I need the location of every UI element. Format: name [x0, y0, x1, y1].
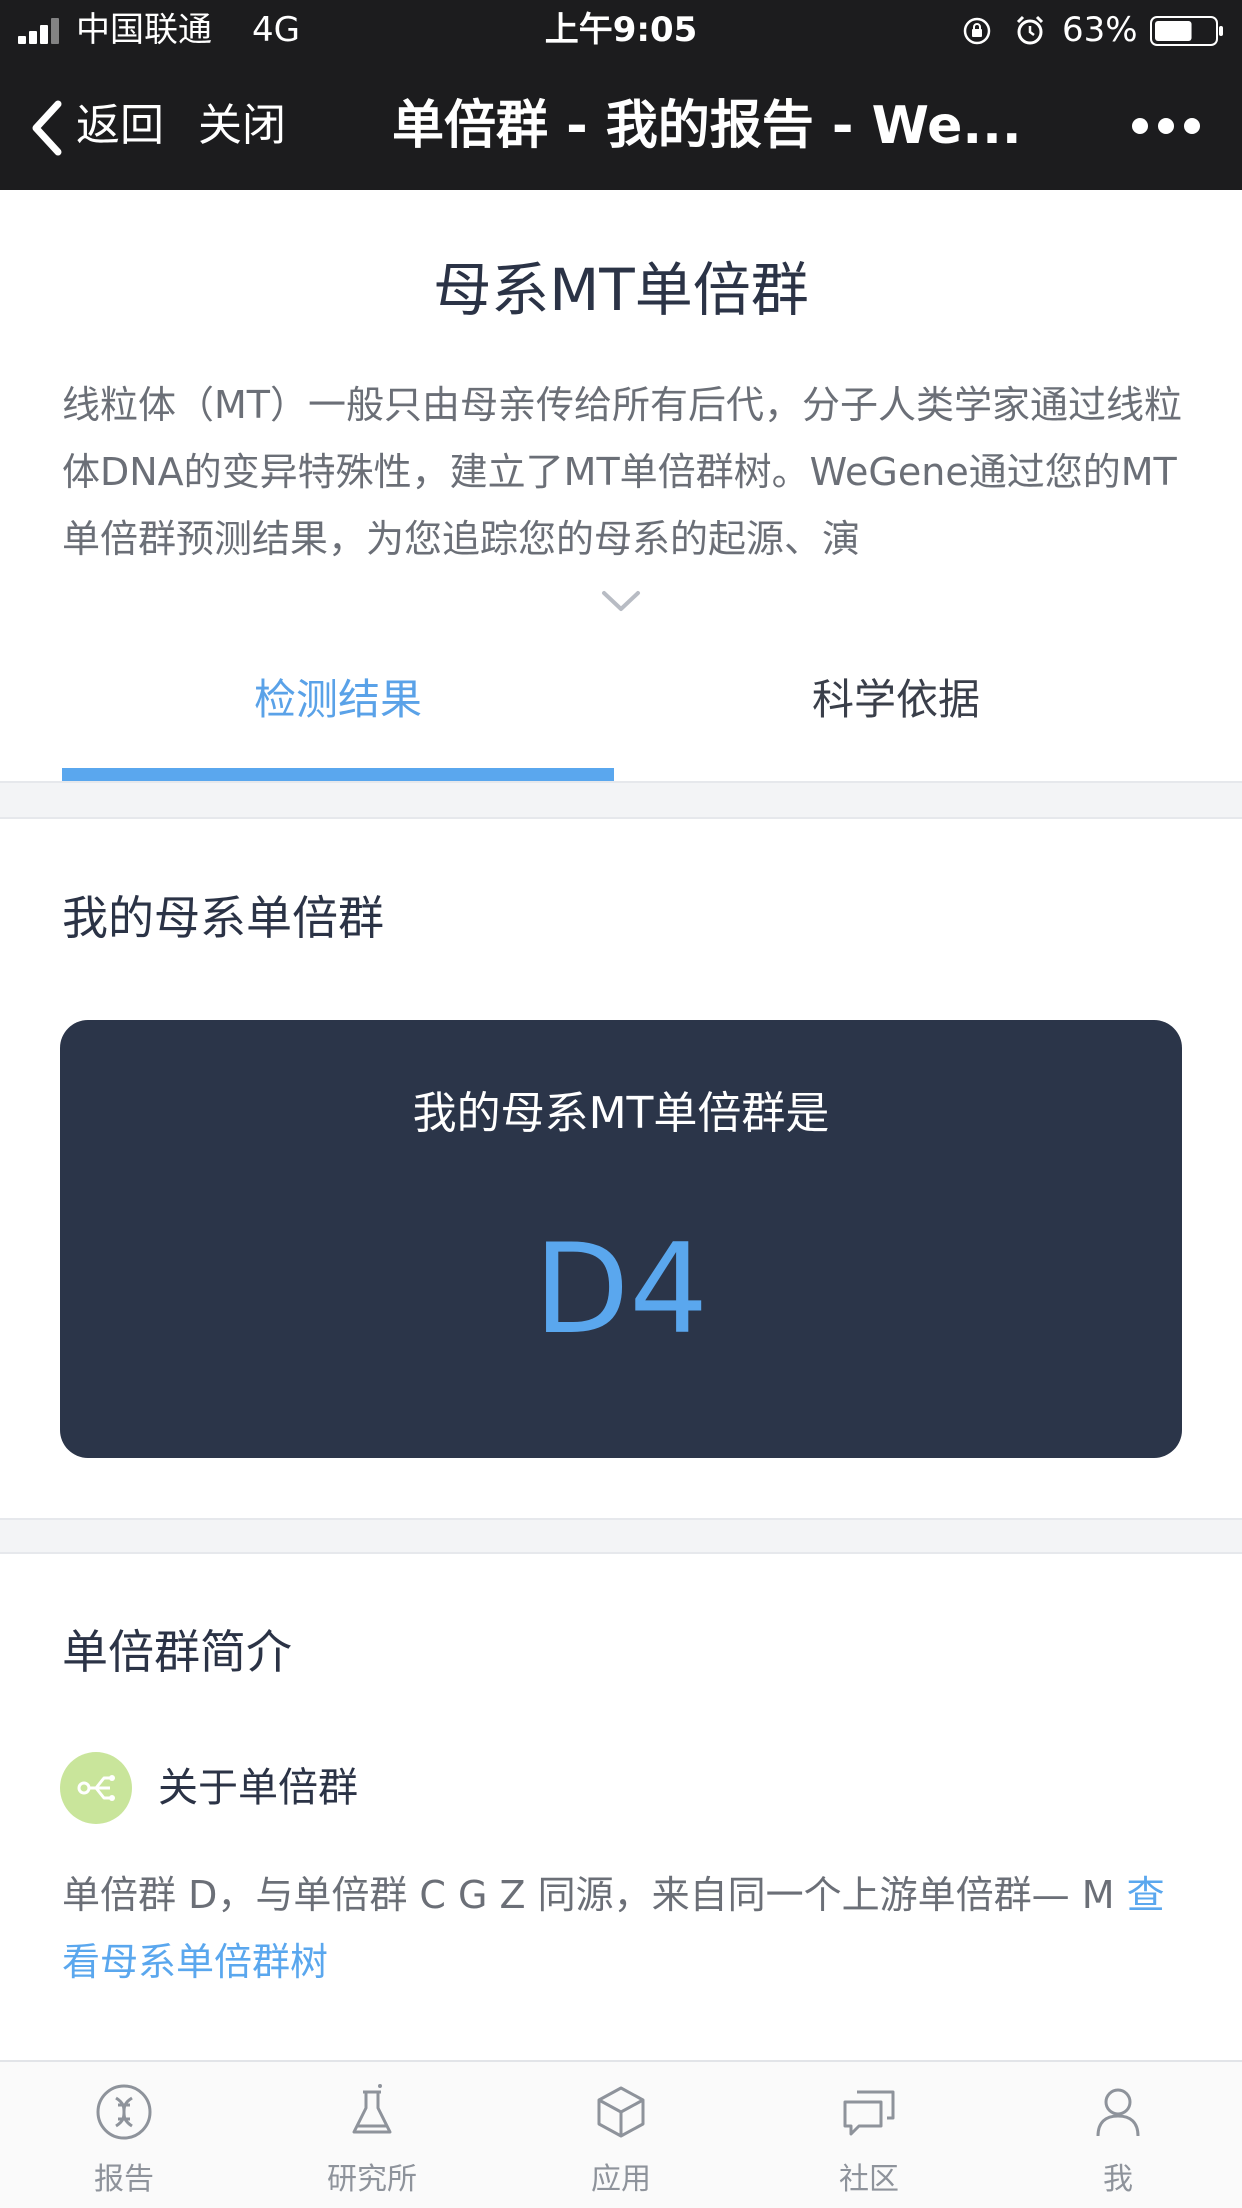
person-icon — [1096, 2088, 1140, 2137]
top-bar: 中国联通 4G 上午9:05 63% 返回 关闭 单倍群 - 我的报告 - We… — [0, 0, 1242, 190]
active-tab-indicator — [62, 768, 614, 781]
intro-section-heading: 单倍群简介 — [62, 1625, 292, 1679]
close-button[interactable]: 关闭 — [198, 98, 286, 154]
flask-icon — [352, 2084, 392, 2134]
section-separator — [0, 1518, 1242, 1554]
bottom-tab-bar: 报告 研究所 应用 社区 我 — [0, 2060, 1242, 2208]
cube-icon — [597, 2086, 645, 2138]
alarm-icon — [1016, 15, 1044, 45]
tabbar-label: 应用 — [591, 2162, 651, 2197]
tabbar-label: 报告 — [94, 2162, 154, 2197]
tabbar-item-apps[interactable]: 应用 — [497, 2062, 745, 2208]
battery-percentage: 63% — [1062, 10, 1138, 50]
tab-results[interactable]: 检测结果 — [62, 670, 614, 730]
dna-report-icon — [96, 2084, 152, 2140]
tabbar-item-me[interactable]: 我 — [994, 2062, 1242, 2208]
tabbar-item-report[interactable]: 报告 — [0, 2062, 248, 2208]
status-time: 上午9:05 — [544, 10, 698, 50]
status-bar: 中国联通 4G 上午9:05 63% — [0, 0, 1242, 62]
back-button[interactable]: 返回 — [76, 98, 164, 154]
section-separator — [0, 783, 1242, 819]
report-title: 母系MT单倍群 — [433, 256, 809, 324]
share-branch-icon — [60, 1752, 132, 1824]
page-title-bar: 单倍群 - 我的报告 - We... — [392, 96, 1022, 156]
haplogroup-value: D4 — [533, 1218, 709, 1362]
tabbar-item-institute[interactable]: 研究所 — [248, 2062, 496, 2208]
chat-bubbles-icon — [843, 2090, 895, 2136]
back-chevron-icon[interactable] — [28, 98, 68, 158]
tabbar-item-community[interactable]: 社区 — [745, 2062, 993, 2208]
tab-scientific-basis[interactable]: 科学依据 — [620, 670, 1172, 730]
tabbar-label: 研究所 — [327, 2162, 417, 2197]
haplogroup-intro-text: 单倍群 D，与单倍群 C G Z 同源，来自同一个上游单倍群— M 查看母系单倍… — [62, 1862, 1182, 1996]
expand-chevron-icon[interactable] — [600, 588, 642, 614]
haplogroup-result-card: 我的母系MT单倍群是 D4 — [60, 1020, 1182, 1458]
tabbar-label: 社区 — [839, 2162, 899, 2197]
result-caption: 我的母系MT单倍群是 — [412, 1088, 830, 1139]
intro-body: 单倍群 D，与单倍群 C G Z 同源，来自同一个上游单倍群— M — [62, 1873, 1127, 1917]
navigation-bar: 返回 关闭 单倍群 - 我的报告 - We... — [0, 62, 1242, 190]
result-section-heading: 我的母系单倍群 — [62, 891, 384, 945]
battery-icon — [1150, 16, 1223, 46]
report-description: 线粒体（MT）一般只由母亲传给所有后代，分子人类学家通过线粒体DNA的变异特殊性… — [62, 383, 1182, 561]
about-haplogroup-label: 关于单倍群 — [158, 1765, 358, 1811]
rotation-lock-icon — [963, 17, 991, 45]
more-options-icon[interactable] — [1132, 116, 1200, 136]
tabbar-label: 我 — [1103, 2162, 1133, 2197]
